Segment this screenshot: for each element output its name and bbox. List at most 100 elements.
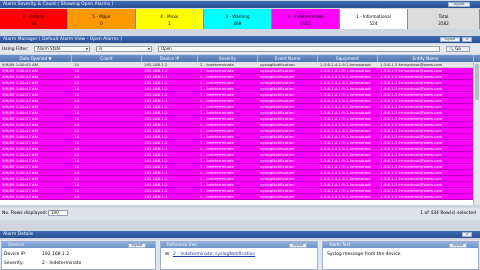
severity-count: 3582 bbox=[438, 21, 449, 26]
alarm-manager-title: Alarm Manager ( Default Alarm View - Ope… bbox=[0, 36, 480, 43]
severity-count: 524 bbox=[369, 21, 378, 26]
table-cell: 9/9/09 1:00:43 AM bbox=[2, 74, 39, 79]
filter-label: Using Filter: bbox=[2, 47, 29, 52]
rows-displayed-label: No. Rows displayed: bbox=[2, 211, 48, 216]
table-cell: 2 - Indeterminate bbox=[200, 146, 234, 151]
severity-cell[interactable]: 3 - Warning 468 bbox=[204, 9, 272, 29]
filter-field-select[interactable]: Alarm State ▼ bbox=[34, 46, 90, 52]
table-cell: syslogNotification bbox=[260, 74, 295, 79]
table-cell: 1.3.6.1.4.1.9.1.kmnadroot bbox=[320, 80, 371, 85]
device-ip-value: 192.168.1.2 bbox=[42, 252, 70, 257]
reference-tree-layout-button[interactable]: layout bbox=[289, 242, 307, 248]
column-header[interactable]: Date Opened ▼ bbox=[0, 55, 72, 62]
table-cell: 1.3.6.1.4.1.9.1.kmnadroot bbox=[320, 188, 371, 193]
table-cell: 14 bbox=[74, 158, 79, 163]
severity-count: 468 bbox=[233, 21, 242, 26]
scrollbar-thumb[interactable] bbox=[475, 64, 479, 100]
table-cell: 2 - Indeterminate bbox=[200, 98, 234, 103]
tree-expand-icon[interactable]: ⊟ bbox=[165, 252, 169, 257]
table-cell: 9/9/09 1:00:43 AM bbox=[2, 194, 39, 199]
chevron-down-icon: ▼ bbox=[85, 47, 88, 51]
severity-cell[interactable]: 5 - Major 0 bbox=[68, 9, 136, 29]
table-cell: 1.3.6.1.4.1.9.1.kmnadroot bbox=[320, 74, 371, 79]
table-row[interactable]: 9/9/09 1:00:43 AM 14 192.168.1.2 2 - Indete… bbox=[0, 194, 474, 200]
table-cell: 1.3.6.1.4.1.9.1.kmnadroot bbox=[320, 98, 371, 103]
filter-operator-value: is bbox=[99, 46, 103, 51]
table-cell: 14 bbox=[74, 176, 79, 181]
table-cell: 1.3.6.1.4.1.9.1.kmnadroot bbox=[320, 116, 371, 121]
table-cell: syslogNotification bbox=[260, 164, 295, 169]
table-cell: 9/9/09 1:00:43 AM bbox=[2, 134, 39, 139]
table-cell: 192.168.1.2 bbox=[144, 140, 168, 145]
table-cell: 9/9/09 1:00:43 AM bbox=[2, 176, 39, 181]
severity-cell[interactable]: 4 - Minor 1 bbox=[136, 9, 204, 29]
table-cell: 14 bbox=[74, 110, 79, 115]
reference-tree-node[interactable]: 2 - Indeterminate: syslogNotification bbox=[173, 252, 255, 257]
filter-value-input[interactable]: Open bbox=[158, 46, 440, 52]
table-cell: 2 - Indeterminate bbox=[200, 62, 234, 67]
alarm-text-title: Alarm Text layout bbox=[323, 242, 478, 248]
table-cell: 14 bbox=[74, 68, 79, 73]
table-cell: 14 bbox=[74, 152, 79, 157]
table-cell: 1.3.6.1.4.1.9.1.kmnadroot bbox=[320, 146, 371, 151]
table-cell: 9/9/09 1:00:43 AM bbox=[2, 86, 39, 91]
severity-cell[interactable]: 2 - Indeterminate 2025 bbox=[272, 9, 340, 29]
table-cell: 1.3.6.1.3 kmnadroot@www.com bbox=[380, 152, 443, 157]
table-cell: syslogNotification bbox=[260, 158, 295, 163]
vertical-scrollbar[interactable] bbox=[473, 62, 480, 205]
table-cell: 192.168.1.2 bbox=[144, 176, 168, 181]
table-cell: syslogNotification bbox=[260, 128, 295, 133]
table-cell: 14 bbox=[74, 92, 79, 97]
severity-count: 14 bbox=[30, 21, 37, 26]
table-cell: syslogNotification bbox=[260, 188, 295, 193]
table-cell: 9/9/09 1:00:43 AM bbox=[2, 62, 39, 67]
alarm-text-layout-button[interactable]: layout bbox=[449, 242, 467, 248]
column-header[interactable]: Event Name bbox=[258, 55, 318, 62]
severity-layout-button[interactable]: layout bbox=[448, 2, 470, 7]
table-cell: syslogNotification bbox=[260, 122, 295, 127]
table-cell: syslogNotification bbox=[260, 110, 295, 115]
severity-cell[interactable]: 0 - Critical 14 bbox=[0, 9, 68, 29]
table-cell: 14 bbox=[74, 74, 79, 79]
column-header[interactable]: Count bbox=[72, 55, 142, 62]
table-cell: 9/9/09 1:00:43 AM bbox=[2, 152, 39, 157]
table-cell: 9/9/09 1:00:43 AM bbox=[2, 98, 39, 103]
table-cell: 9/9/09 1:00:43 AM bbox=[2, 128, 39, 133]
severity-label: 0 - Critical bbox=[22, 14, 45, 19]
close-icon[interactable]: x bbox=[462, 232, 472, 237]
severity-cell[interactable]: 1 - Informational 524 bbox=[340, 9, 408, 29]
table-cell: 1.3.6.1.3 kmnadroot@www.com bbox=[380, 188, 443, 193]
column-header[interactable]: Device IP bbox=[142, 55, 198, 62]
table-cell: syslogNotification bbox=[260, 140, 295, 145]
column-header[interactable]: Entity Name bbox=[378, 55, 474, 62]
severity-count: 2025 bbox=[300, 21, 311, 26]
severity-label: 3 - Warning bbox=[225, 14, 250, 19]
filter-field-value: Alarm State bbox=[37, 46, 61, 51]
go-button[interactable]: 🔍 Go bbox=[446, 46, 470, 52]
table-cell: syslogNotification bbox=[260, 86, 295, 91]
table-cell: syslogNotification bbox=[260, 116, 295, 121]
filter-operator-select[interactable]: is ▼ bbox=[96, 46, 152, 52]
rows-displayed-input[interactable]: 100 bbox=[48, 210, 68, 216]
table-cell: 192.168.1.2 bbox=[144, 92, 168, 97]
table-cell: 2 - Indeterminate bbox=[200, 86, 234, 91]
table-cell: 1.3.6.1.3 kmnadroot@www.com bbox=[380, 128, 443, 133]
device-ip-label: Device IP: bbox=[4, 252, 27, 257]
severity-label: 2 - Indeterminate bbox=[287, 14, 324, 19]
table-cell: 192.168.1.2 bbox=[144, 116, 168, 121]
severity-cell[interactable]: Total 3582 bbox=[408, 9, 480, 29]
alarm-manager-layout-button[interactable]: layout bbox=[440, 37, 460, 42]
column-header[interactable]: Severity bbox=[198, 55, 258, 62]
table-cell: 9/9/09 1:00:43 AM bbox=[2, 158, 39, 163]
table-cell: syslogNotification bbox=[260, 152, 295, 157]
close-icon[interactable]: x bbox=[462, 37, 472, 42]
table-cell: syslogNotification bbox=[260, 194, 295, 199]
table-cell: 192.168.1.2 bbox=[144, 104, 168, 109]
table-cell: 1.3.6.1.3 kmnadroot@www.com bbox=[380, 122, 443, 127]
column-header[interactable]: Equipment bbox=[318, 55, 378, 62]
general-layout-button[interactable]: layout bbox=[128, 242, 146, 248]
table-cell: 2 - Indeterminate bbox=[200, 74, 234, 79]
severity-label: 1 - Informational bbox=[356, 14, 391, 19]
table-cell: 1.3.6.1.3 kmnadroot@www.com bbox=[380, 62, 443, 67]
table-cell: 192.168.1.2 bbox=[144, 110, 168, 115]
